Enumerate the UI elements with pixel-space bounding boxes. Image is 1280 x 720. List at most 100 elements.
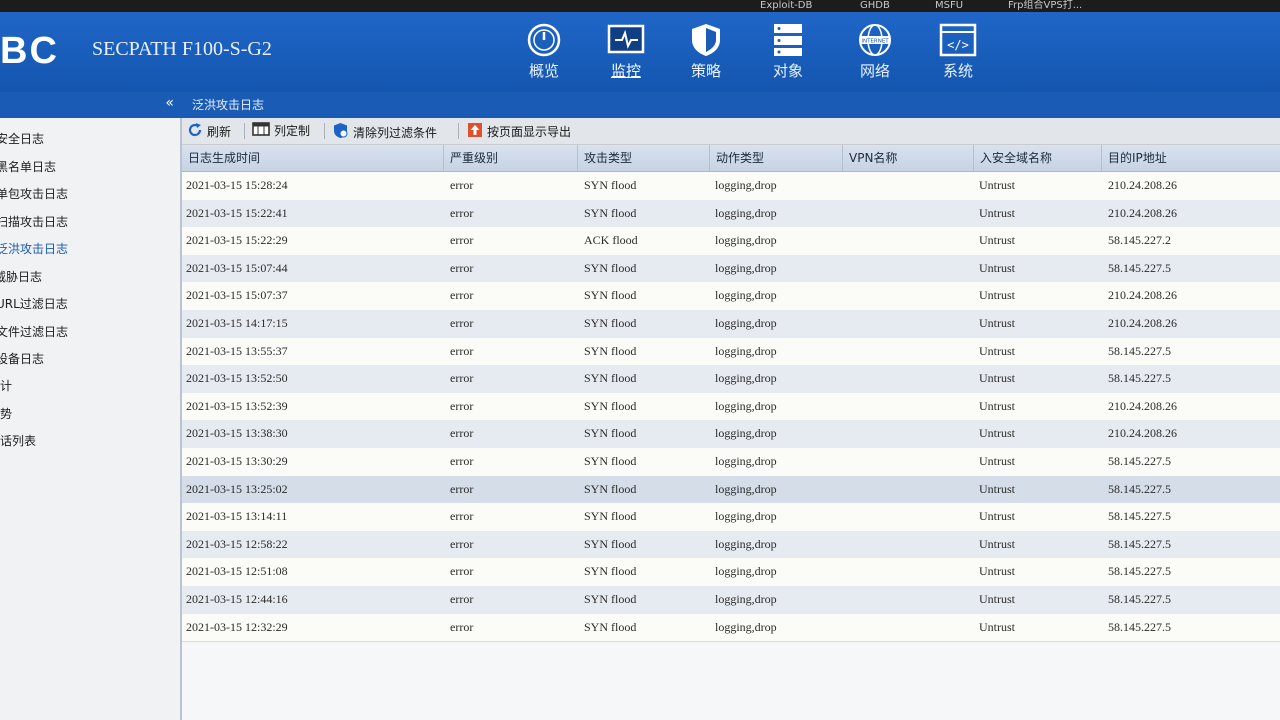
column-header-vpn[interactable]: VPN名称 — [843, 145, 974, 171]
cell-severity: error — [450, 316, 474, 330]
cell-zone: Untrust — [979, 205, 1015, 220]
table-row[interactable]: 2021-03-15 13:25:02 error SYN flood logging… — [182, 475, 1280, 505]
table-row[interactable]: 2021-03-15 15:07:44 error SYN flood logging… — [182, 254, 1280, 284]
sidebar-item-url-filter-log[interactable]: URL过滤日志 — [0, 295, 68, 312]
shield-icon — [687, 22, 725, 58]
cell-action: logging,drop — [715, 426, 777, 441]
cell-dest-ip: 58.145.227.5 — [1108, 509, 1171, 524]
sidebar-item-statistics[interactable]: 统计 — [0, 377, 12, 394]
nav-monitor[interactable]: 监控 — [589, 22, 663, 88]
export-button[interactable]: 按页面显示导出 — [467, 122, 571, 141]
nav-objects[interactable]: 对象 — [751, 22, 825, 88]
table-row[interactable]: 2021-03-15 13:30:29 error SYN flood logging… — [182, 448, 1280, 477]
nav-network[interactable]: INTERNET 网络 — [838, 22, 912, 88]
column-header-time[interactable]: 日志生成时间 — [182, 145, 444, 171]
sidebar-item-session-list[interactable]: 会话列表 — [0, 432, 36, 449]
customize-columns-label: 列定制 — [274, 124, 311, 138]
column-header-action[interactable]: 动作类型 — [710, 145, 843, 171]
cell-severity: error — [450, 509, 474, 524]
cell-action: logging,drop — [715, 398, 777, 413]
cell-dest-ip: 58.145.227.5 — [1108, 343, 1171, 358]
cell-attack-type: SYN flood — [584, 426, 637, 441]
cell-severity: error — [450, 536, 474, 551]
cell-time: 2021-03-15 12:32:29 — [186, 619, 288, 634]
clear-filter-button[interactable]: 清除列过滤条件 — [332, 122, 437, 142]
nav-policy[interactable]: 策略 — [669, 22, 743, 88]
table-row[interactable]: 2021-03-15 12:58:22 error SYN flood logging… — [182, 530, 1280, 560]
cell-severity: error — [450, 178, 474, 192]
bookmark-msfu[interactable]: MSFU — [935, 0, 963, 12]
cell-time: 2021-03-15 13:52:50 — [186, 371, 288, 386]
cell-time: 2021-03-15 12:58:22 — [186, 536, 288, 551]
bookmark-ghdb[interactable]: GHDB — [860, 0, 890, 12]
nav-network-label: 网络 — [859, 62, 890, 80]
table-row[interactable]: 2021-03-15 12:51:08 error SYN flood logging… — [182, 558, 1280, 587]
cell-time: 2021-03-15 13:38:30 — [186, 426, 288, 441]
cell-action: logging,drop — [715, 205, 777, 220]
cell-action: logging,drop — [715, 454, 777, 468]
nav-system[interactable]: </> 系统 — [921, 22, 995, 88]
cell-attack-type: SYN flood — [584, 371, 637, 386]
column-header-attack-type[interactable]: 攻击类型 — [578, 145, 710, 171]
table-row[interactable]: 2021-03-15 15:22:41 error SYN flood logging… — [182, 199, 1280, 229]
cell-dest-ip: 210.24.208.26 — [1108, 426, 1177, 441]
bookmark-exploit-db[interactable]: Exploit-DB — [760, 0, 812, 12]
cell-attack-type: ACK flood — [584, 233, 638, 248]
collapse-icon[interactable]: « — [165, 95, 174, 111]
cell-dest-ip: 58.145.227.5 — [1108, 536, 1171, 551]
cell-severity: error — [450, 454, 474, 468]
cell-dest-ip: 210.24.208.26 — [1108, 178, 1177, 192]
customize-columns-button[interactable]: 列定制 — [252, 122, 310, 139]
cell-severity: error — [450, 233, 474, 248]
table-row[interactable]: 2021-03-15 13:14:11 error SYN flood logging… — [182, 503, 1280, 532]
table-row[interactable]: 2021-03-15 13:52:39 error SYN flood logging… — [182, 392, 1280, 422]
sidebar-item-file-filter-log[interactable]: 文件过滤日志 — [0, 323, 68, 340]
cell-dest-ip: 58.145.227.5 — [1108, 592, 1171, 606]
cell-attack-type: SYN flood — [584, 536, 637, 551]
table-row[interactable]: 2021-03-15 15:22:29 error ACK flood logging… — [182, 227, 1280, 256]
cell-action: logging,drop — [715, 371, 777, 386]
sidebar-item-flood-attack-log[interactable]: 泛洪攻击日志 — [0, 240, 68, 257]
table-row[interactable]: 2021-03-15 13:55:37 error SYN flood logging… — [182, 337, 1280, 367]
table-row[interactable]: 2021-03-15 13:52:50 error SYN flood logging… — [182, 365, 1280, 394]
breadcrumb: 泛洪攻击日志 — [182, 92, 1280, 118]
table-row[interactable]: 2021-03-15 12:32:29 error SYN flood logging… — [182, 613, 1280, 643]
cell-severity: error — [450, 481, 474, 496]
cell-time: 2021-03-15 12:51:08 — [186, 564, 288, 579]
sidebar-item-security-log[interactable]: 安全日志 — [0, 130, 44, 147]
sidebar-item-device-log[interactable]: 设备日志 — [0, 350, 44, 367]
cell-action: logging,drop — [715, 178, 777, 192]
cell-zone: Untrust — [979, 233, 1015, 248]
sidebar-item-single-packet-log[interactable]: 单包攻击日志 — [0, 185, 68, 202]
filter-clear-icon — [332, 122, 349, 142]
bookmark-frp[interactable]: Frp组合VPS打... — [1008, 0, 1082, 12]
sidebar-item-blacklist-log[interactable]: 黑名单日志 — [0, 158, 56, 175]
cell-zone: Untrust — [979, 564, 1015, 579]
monitor-icon — [607, 22, 645, 58]
table-row[interactable]: 2021-03-15 15:07:37 error SYN flood logging… — [182, 282, 1280, 311]
cell-action: logging,drop — [715, 343, 777, 358]
sidebar-item-scan-attack-log[interactable]: 扫描攻击日志 — [0, 213, 68, 230]
sidebar-item-trend[interactable]: 趋势 — [0, 405, 12, 422]
refresh-button[interactable]: 刷新 — [187, 122, 231, 141]
cell-time: 2021-03-15 12:44:16 — [186, 592, 288, 606]
sidebar-item-threat-log[interactable]: 威胁日志 — [0, 268, 42, 285]
table-row[interactable]: 2021-03-15 15:28:24 error SYN flood logging… — [182, 172, 1280, 201]
nav-overview[interactable]: 概览 — [507, 22, 581, 88]
column-header-severity[interactable]: 严重级别 — [444, 145, 578, 171]
cell-zone: Untrust — [979, 371, 1015, 386]
cell-attack-type: SYN flood — [584, 316, 637, 330]
column-header-zone[interactable]: 入安全域名称 — [974, 145, 1102, 171]
cell-severity: error — [450, 426, 474, 441]
cell-dest-ip: 58.145.227.5 — [1108, 564, 1171, 579]
code-icon: </> — [939, 22, 977, 58]
table-row[interactable]: 2021-03-15 12:44:16 error SYN flood logging… — [182, 586, 1280, 615]
column-header-dest-ip[interactable]: 目的IP地址 — [1102, 145, 1280, 171]
cell-time: 2021-03-15 15:07:44 — [186, 260, 288, 275]
cell-zone: Untrust — [979, 288, 1015, 303]
cell-zone: Untrust — [979, 481, 1015, 496]
nav-overview-label: 概览 — [528, 62, 559, 80]
table-row[interactable]: 2021-03-15 14:17:15 error SYN flood logging… — [182, 310, 1280, 339]
svg-text:</>: </> — [947, 38, 969, 52]
table-row[interactable]: 2021-03-15 13:38:30 error SYN flood logging… — [182, 420, 1280, 449]
